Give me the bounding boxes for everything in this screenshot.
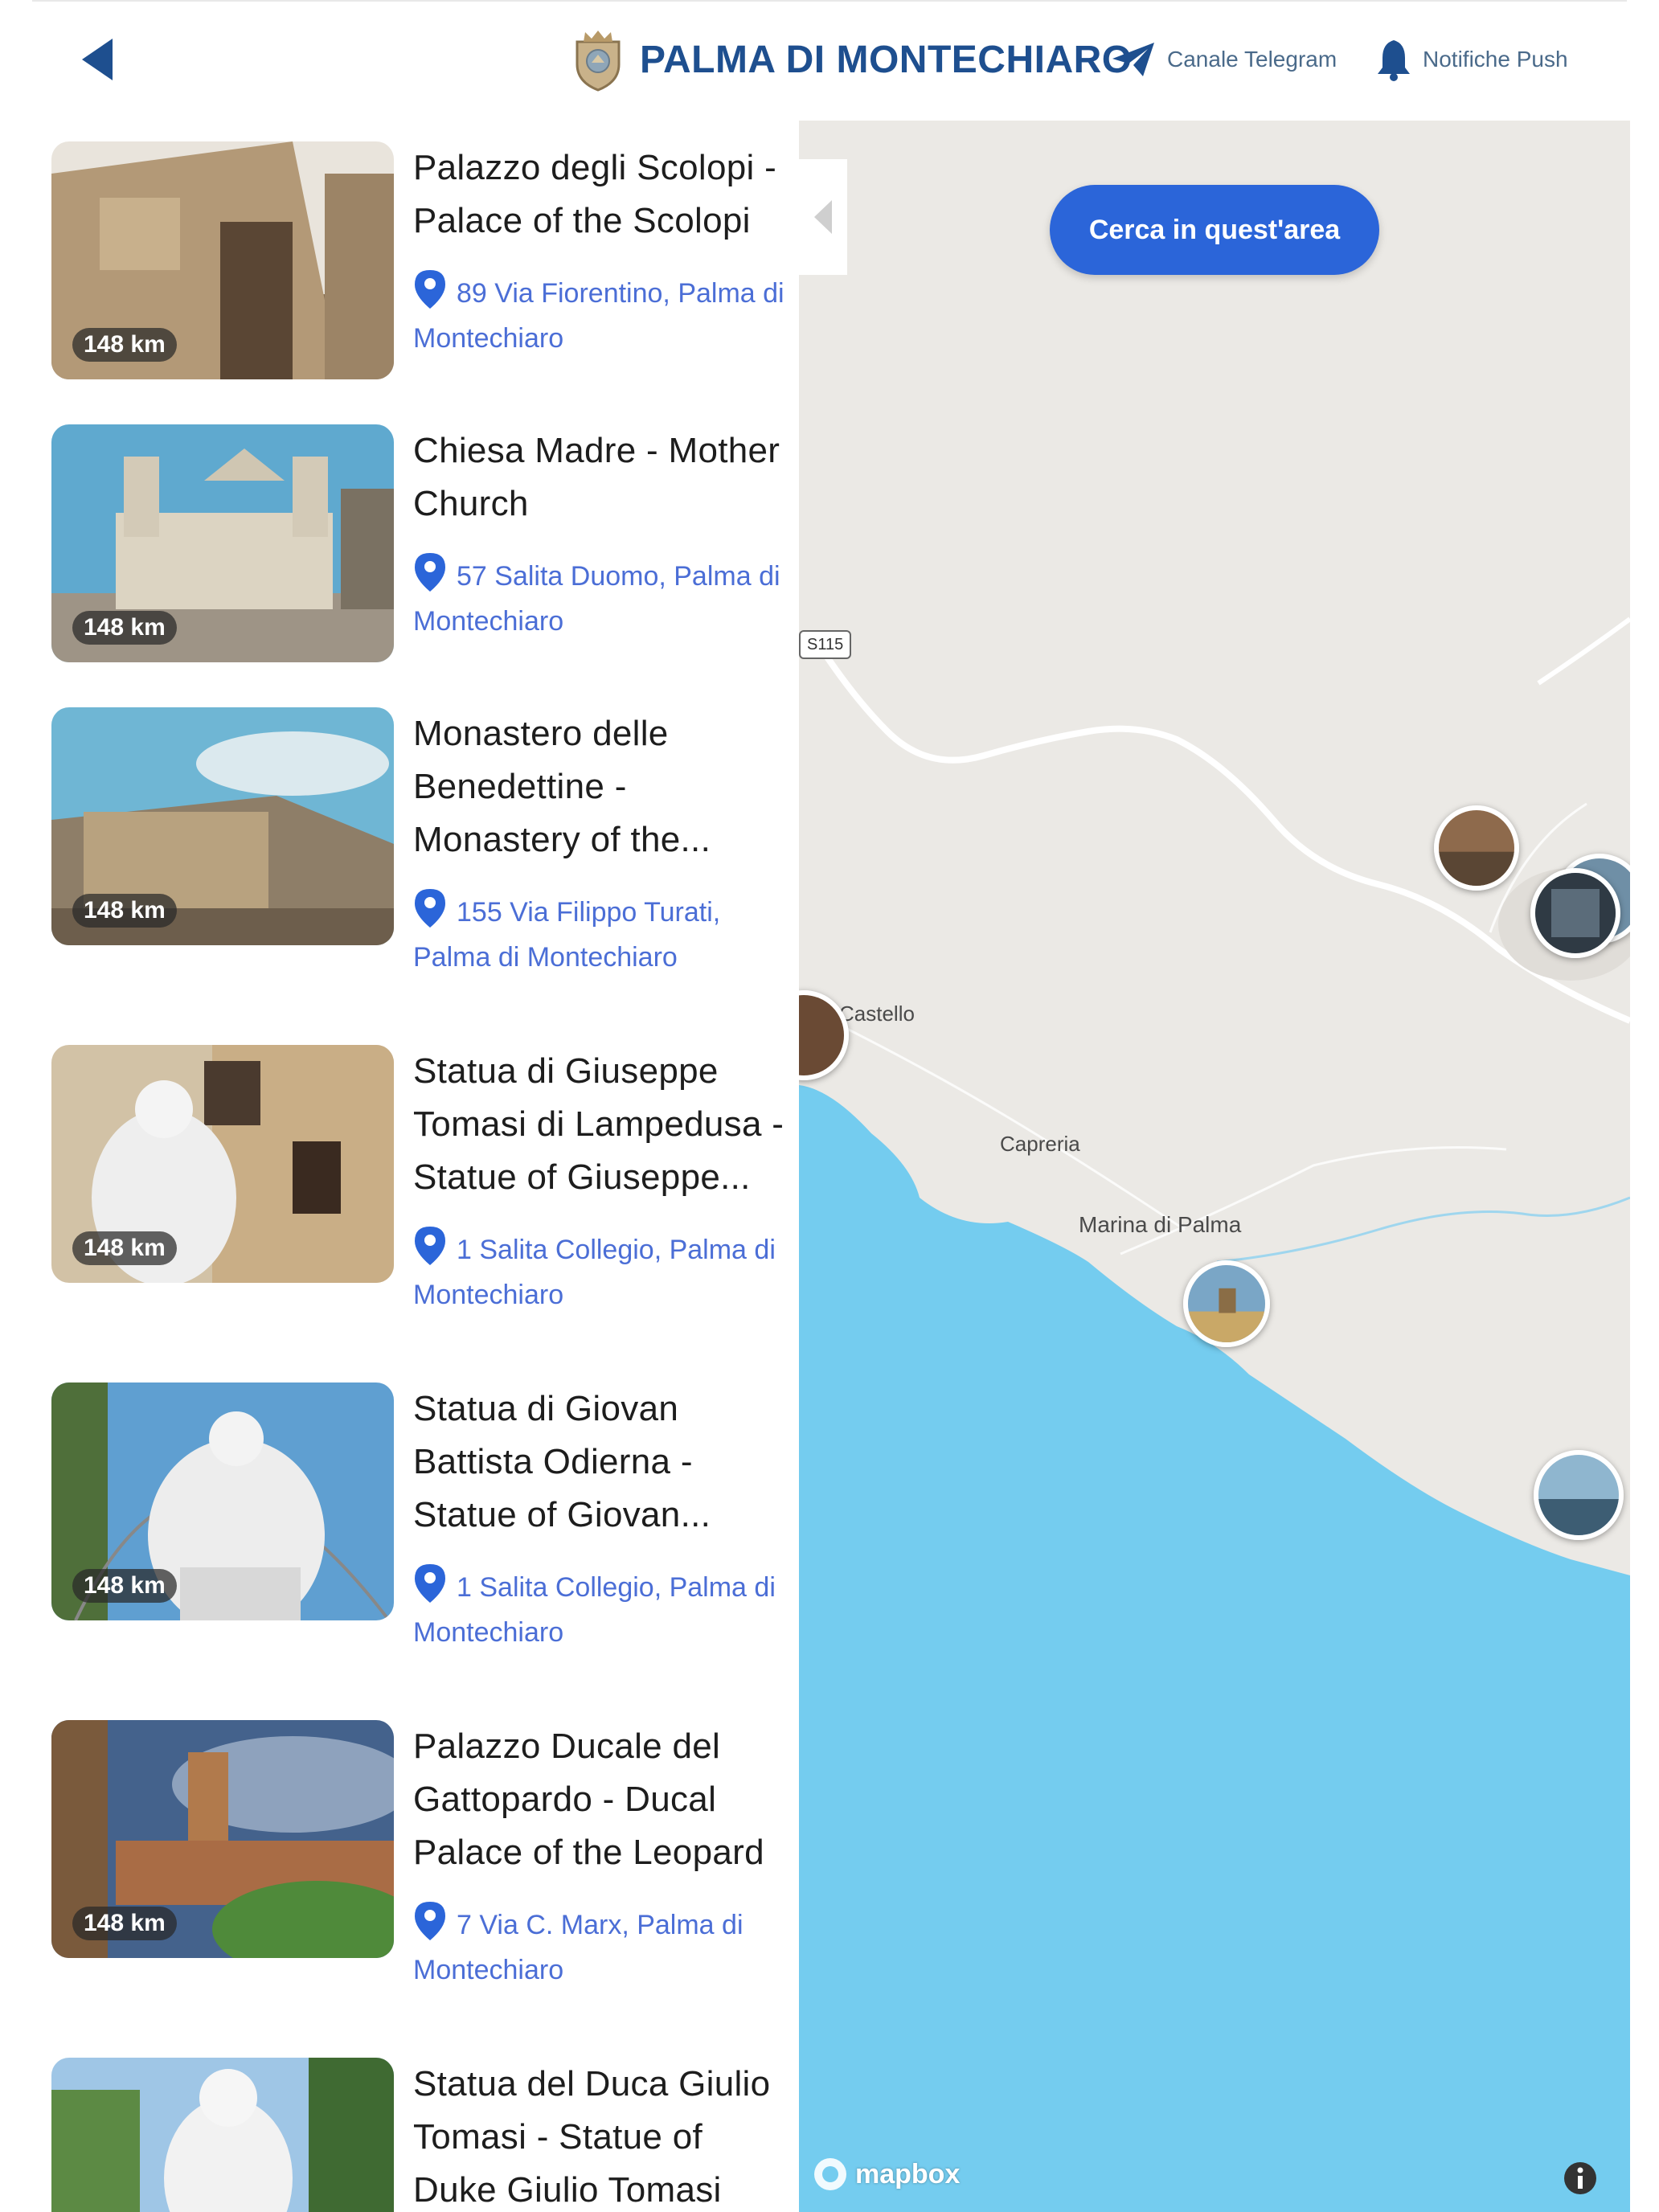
map-canvas[interactable] [799,121,1630,2212]
city-crest-icon [576,31,621,92]
distance-badge: 148 km [72,328,177,362]
telegram-icon [1112,43,1154,76]
poi-list[interactable]: 148 km Palazzo degli Scolopi - Palace of… [0,121,799,2212]
place-label-castello: Castello [839,1002,915,1026]
telegram-label: Canale Telegram [1167,47,1337,72]
location-pin-icon [415,1564,445,1603]
poi-thumbnail: 148 km [51,1382,394,1620]
poi-title[interactable]: Statua di Giovan Battista Odierna - Stat… [413,1382,796,1542]
mapbox-attribution[interactable]: mapbox [812,2154,960,2194]
map-marker[interactable] [1534,1450,1624,1540]
chevron-left-icon [814,200,832,234]
place-label-marina-di-palma: Marina di Palma [1079,1212,1242,1237]
map-marker[interactable] [1434,805,1519,891]
poi-thumbnail: 148 km [51,1720,394,1958]
poi-title[interactable]: Monastero delle Benedettine - Monastery … [413,707,796,866]
poi-address[interactable]: 155 Via Filippo Turati, Palma di Montech… [413,887,796,980]
mapbox-label: mapbox [855,2158,961,2189]
poi-address[interactable]: 1 Salita Collegio, Palma di Montechiaro [413,1563,796,1655]
push-label: Notifiche Push [1423,47,1568,72]
back-arrow-icon [82,39,113,80]
poi-thumbnail: 148 km [51,1045,394,1283]
location-pin-icon [415,1902,445,1940]
push-notifications-link[interactable]: Notifiche Push [1376,35,1568,84]
poi-address[interactable]: 89 Via Fiorentino, Palma di Montechiaro [413,268,796,361]
distance-badge: 148 km [72,611,177,645]
poi-title[interactable]: Statua di Giuseppe Tomasi di Lampedusa -… [413,1045,796,1204]
place-label-capreria: Capreria [1000,1132,1080,1156]
telegram-channel-link[interactable]: Canale Telegram [1111,35,1337,84]
poi-address[interactable]: 57 Salita Duomo, Palma di Montechiaro [413,551,796,644]
map-marker[interactable] [1183,1260,1270,1347]
map-info-icon[interactable] [1563,2161,1598,2196]
poi-thumbnail [51,2058,394,2212]
poi-address[interactable]: 1 Salita Collegio, Palma di Montechiaro [413,1225,796,1317]
app-title: PALMA DI MONTECHIARO [640,38,1133,81]
poi-title[interactable]: Statua del Duca Giulio Tomasi - Statue o… [413,2058,796,2212]
distance-badge: 148 km [72,1907,177,1940]
location-pin-icon [415,553,445,592]
map-view[interactable]: Cerca in quest'area S115 Castello Caprer… [799,121,1630,2212]
bell-icon [1378,40,1410,81]
road-shield: S115 [799,630,852,659]
poi-address[interactable]: 7 Via C. Marx, Palma di Montechiaro [413,1900,796,1993]
poi-thumbnail: 148 km [51,141,394,379]
mapbox-logo-icon [814,2158,846,2190]
location-pin-icon [415,1227,445,1265]
distance-badge: 148 km [72,1231,177,1265]
distance-badge: 148 km [72,894,177,928]
poi-title[interactable]: Palazzo Ducale del Gattopardo - Ducal Pa… [413,1720,796,1879]
brand[interactable]: PALMA DI MONTECHIARO [567,27,1133,92]
location-pin-icon [415,270,445,309]
poi-title[interactable]: Palazzo degli Scolopi - Palace of the Sc… [413,141,796,248]
poi-thumbnail: 148 km [51,707,394,945]
location-pin-icon [415,889,445,928]
distance-badge: 148 km [72,1569,177,1603]
app-header: PALMA DI MONTECHIARO Canale Telegram Not… [0,0,1659,121]
collapse-list-button[interactable] [799,159,847,275]
back-button[interactable] [77,35,117,84]
search-this-area-button[interactable]: Cerca in quest'area [1050,185,1379,275]
poi-thumbnail: 148 km [51,424,394,662]
poi-title[interactable]: Chiesa Madre - Mother Church [413,424,796,530]
header-top-border [32,0,1627,2]
map-marker-cluster[interactable] [1530,868,1620,958]
